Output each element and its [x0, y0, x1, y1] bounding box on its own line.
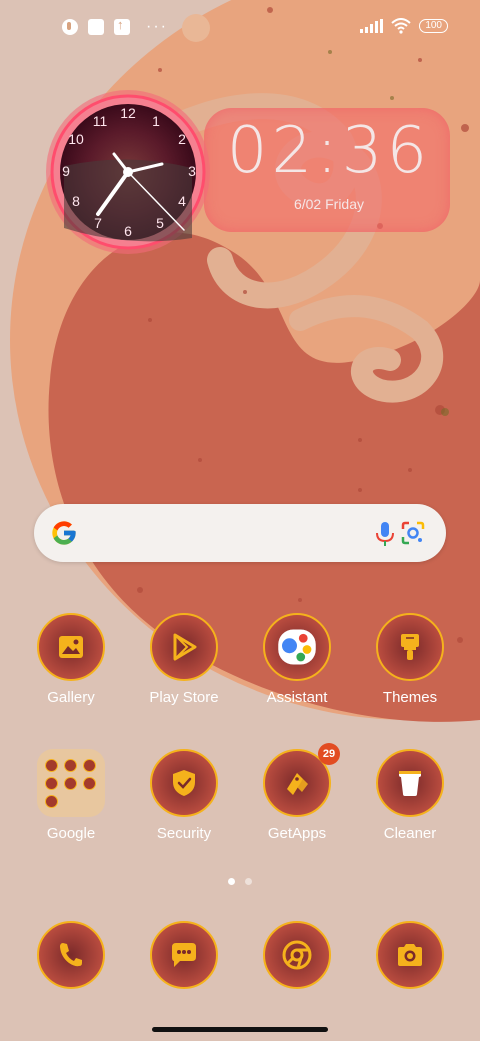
dial-2: 2 [178, 131, 186, 147]
date-label: 6/02 Friday [293, 196, 365, 212]
page-dot [245, 878, 252, 885]
gesture-nav-bar[interactable] [152, 1027, 328, 1032]
clock-widget[interactable]: 02:36 6/02 Friday 12 1 2 3 4 5 6 7 8 9 1… [44, 88, 450, 256]
app-label: Themes [382, 689, 438, 706]
security-icon [150, 749, 218, 817]
dial-9: 9 [62, 163, 70, 179]
dial-8: 8 [72, 193, 80, 209]
dial-11: 11 [93, 113, 108, 129]
app-label: Play Store [149, 689, 219, 706]
app-label: Assistant [266, 689, 328, 706]
dial-5: 5 [156, 215, 164, 231]
dock-phone[interactable] [16, 921, 126, 1041]
analog-clock: 12 1 2 3 4 5 6 7 8 9 10 11 [46, 90, 210, 254]
dial-6: 6 [124, 223, 132, 239]
dock-camera[interactable] [355, 921, 465, 1041]
dial-7: 7 [94, 215, 102, 231]
google-g-icon [52, 521, 76, 545]
mic-icon[interactable] [374, 520, 396, 548]
assistant-icon [263, 613, 331, 681]
app-label: Security [156, 825, 212, 842]
square-icon [88, 19, 104, 35]
app-themes[interactable]: Themes [355, 613, 465, 733]
notification-icon [62, 19, 78, 35]
page-dot-active [228, 878, 235, 885]
page-indicator [228, 878, 252, 885]
app-label: GetApps [267, 825, 327, 842]
phone-icon [37, 921, 105, 989]
dock-messages[interactable] [129, 921, 239, 1041]
play-store-icon [150, 613, 218, 681]
gallery-icon [37, 613, 105, 681]
dock-chrome[interactable] [242, 921, 352, 1041]
notification-badge: 29 [318, 743, 340, 765]
wifi-icon [391, 18, 411, 34]
themes-icon [376, 613, 444, 681]
signal-icon [360, 19, 384, 33]
dial-12: 12 [120, 105, 136, 121]
messages-icon [150, 921, 218, 989]
app-cleaner[interactable]: Cleaner [355, 749, 465, 869]
dial-10: 10 [68, 131, 84, 147]
lens-icon[interactable] [400, 520, 426, 546]
digital-time: 02:36 [226, 114, 432, 188]
folder-google[interactable]: Google [16, 749, 126, 869]
app-security[interactable]: Security [129, 749, 239, 869]
app-getapps[interactable]: 29 GetApps [242, 743, 352, 869]
battery-indicator: 100 [419, 19, 448, 33]
status-bar: ··· 100 [0, 0, 480, 56]
dial-4: 4 [178, 193, 186, 209]
app-assistant[interactable]: Assistant [242, 613, 352, 733]
app-gallery[interactable]: Gallery [16, 613, 126, 733]
app-label: Cleaner [383, 825, 437, 842]
app-label: Gallery [47, 689, 95, 706]
google-search-bar[interactable] [34, 504, 446, 562]
camera-icon [376, 921, 444, 989]
upload-icon [114, 17, 130, 35]
more-dots-icon: ··· [146, 18, 168, 35]
dial-3: 3 [188, 163, 196, 179]
chrome-icon [263, 921, 331, 989]
app-label: Google [46, 825, 96, 842]
app-play-store[interactable]: Play Store [129, 613, 239, 733]
dial-1: 1 [152, 113, 160, 129]
cleaner-icon [376, 749, 444, 817]
folder-icon [37, 749, 105, 817]
